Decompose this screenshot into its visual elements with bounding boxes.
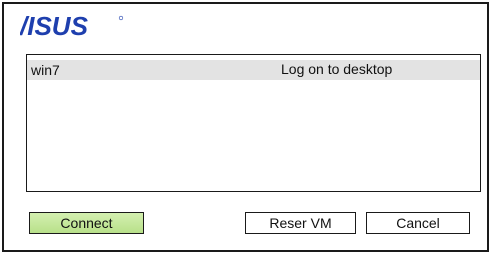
dialog-window: /ISUS win7 Log on to desktop Connect Res… bbox=[2, 2, 489, 252]
vm-action: Log on to desktop bbox=[281, 61, 393, 77]
connect-button[interactable]: Connect bbox=[29, 212, 144, 234]
vm-name: win7 bbox=[31, 62, 60, 78]
cancel-button[interactable]: Cancel bbox=[366, 212, 470, 234]
vm-list[interactable]: win7 Log on to desktop bbox=[26, 54, 481, 192]
asus-logo: /ISUS bbox=[20, 14, 124, 38]
reset-vm-button[interactable]: Reser VM bbox=[245, 212, 356, 234]
vm-row-win7[interactable]: win7 Log on to desktop bbox=[27, 60, 480, 80]
asus-logo-text: /ISUS bbox=[20, 14, 89, 38]
registered-icon bbox=[118, 15, 124, 21]
